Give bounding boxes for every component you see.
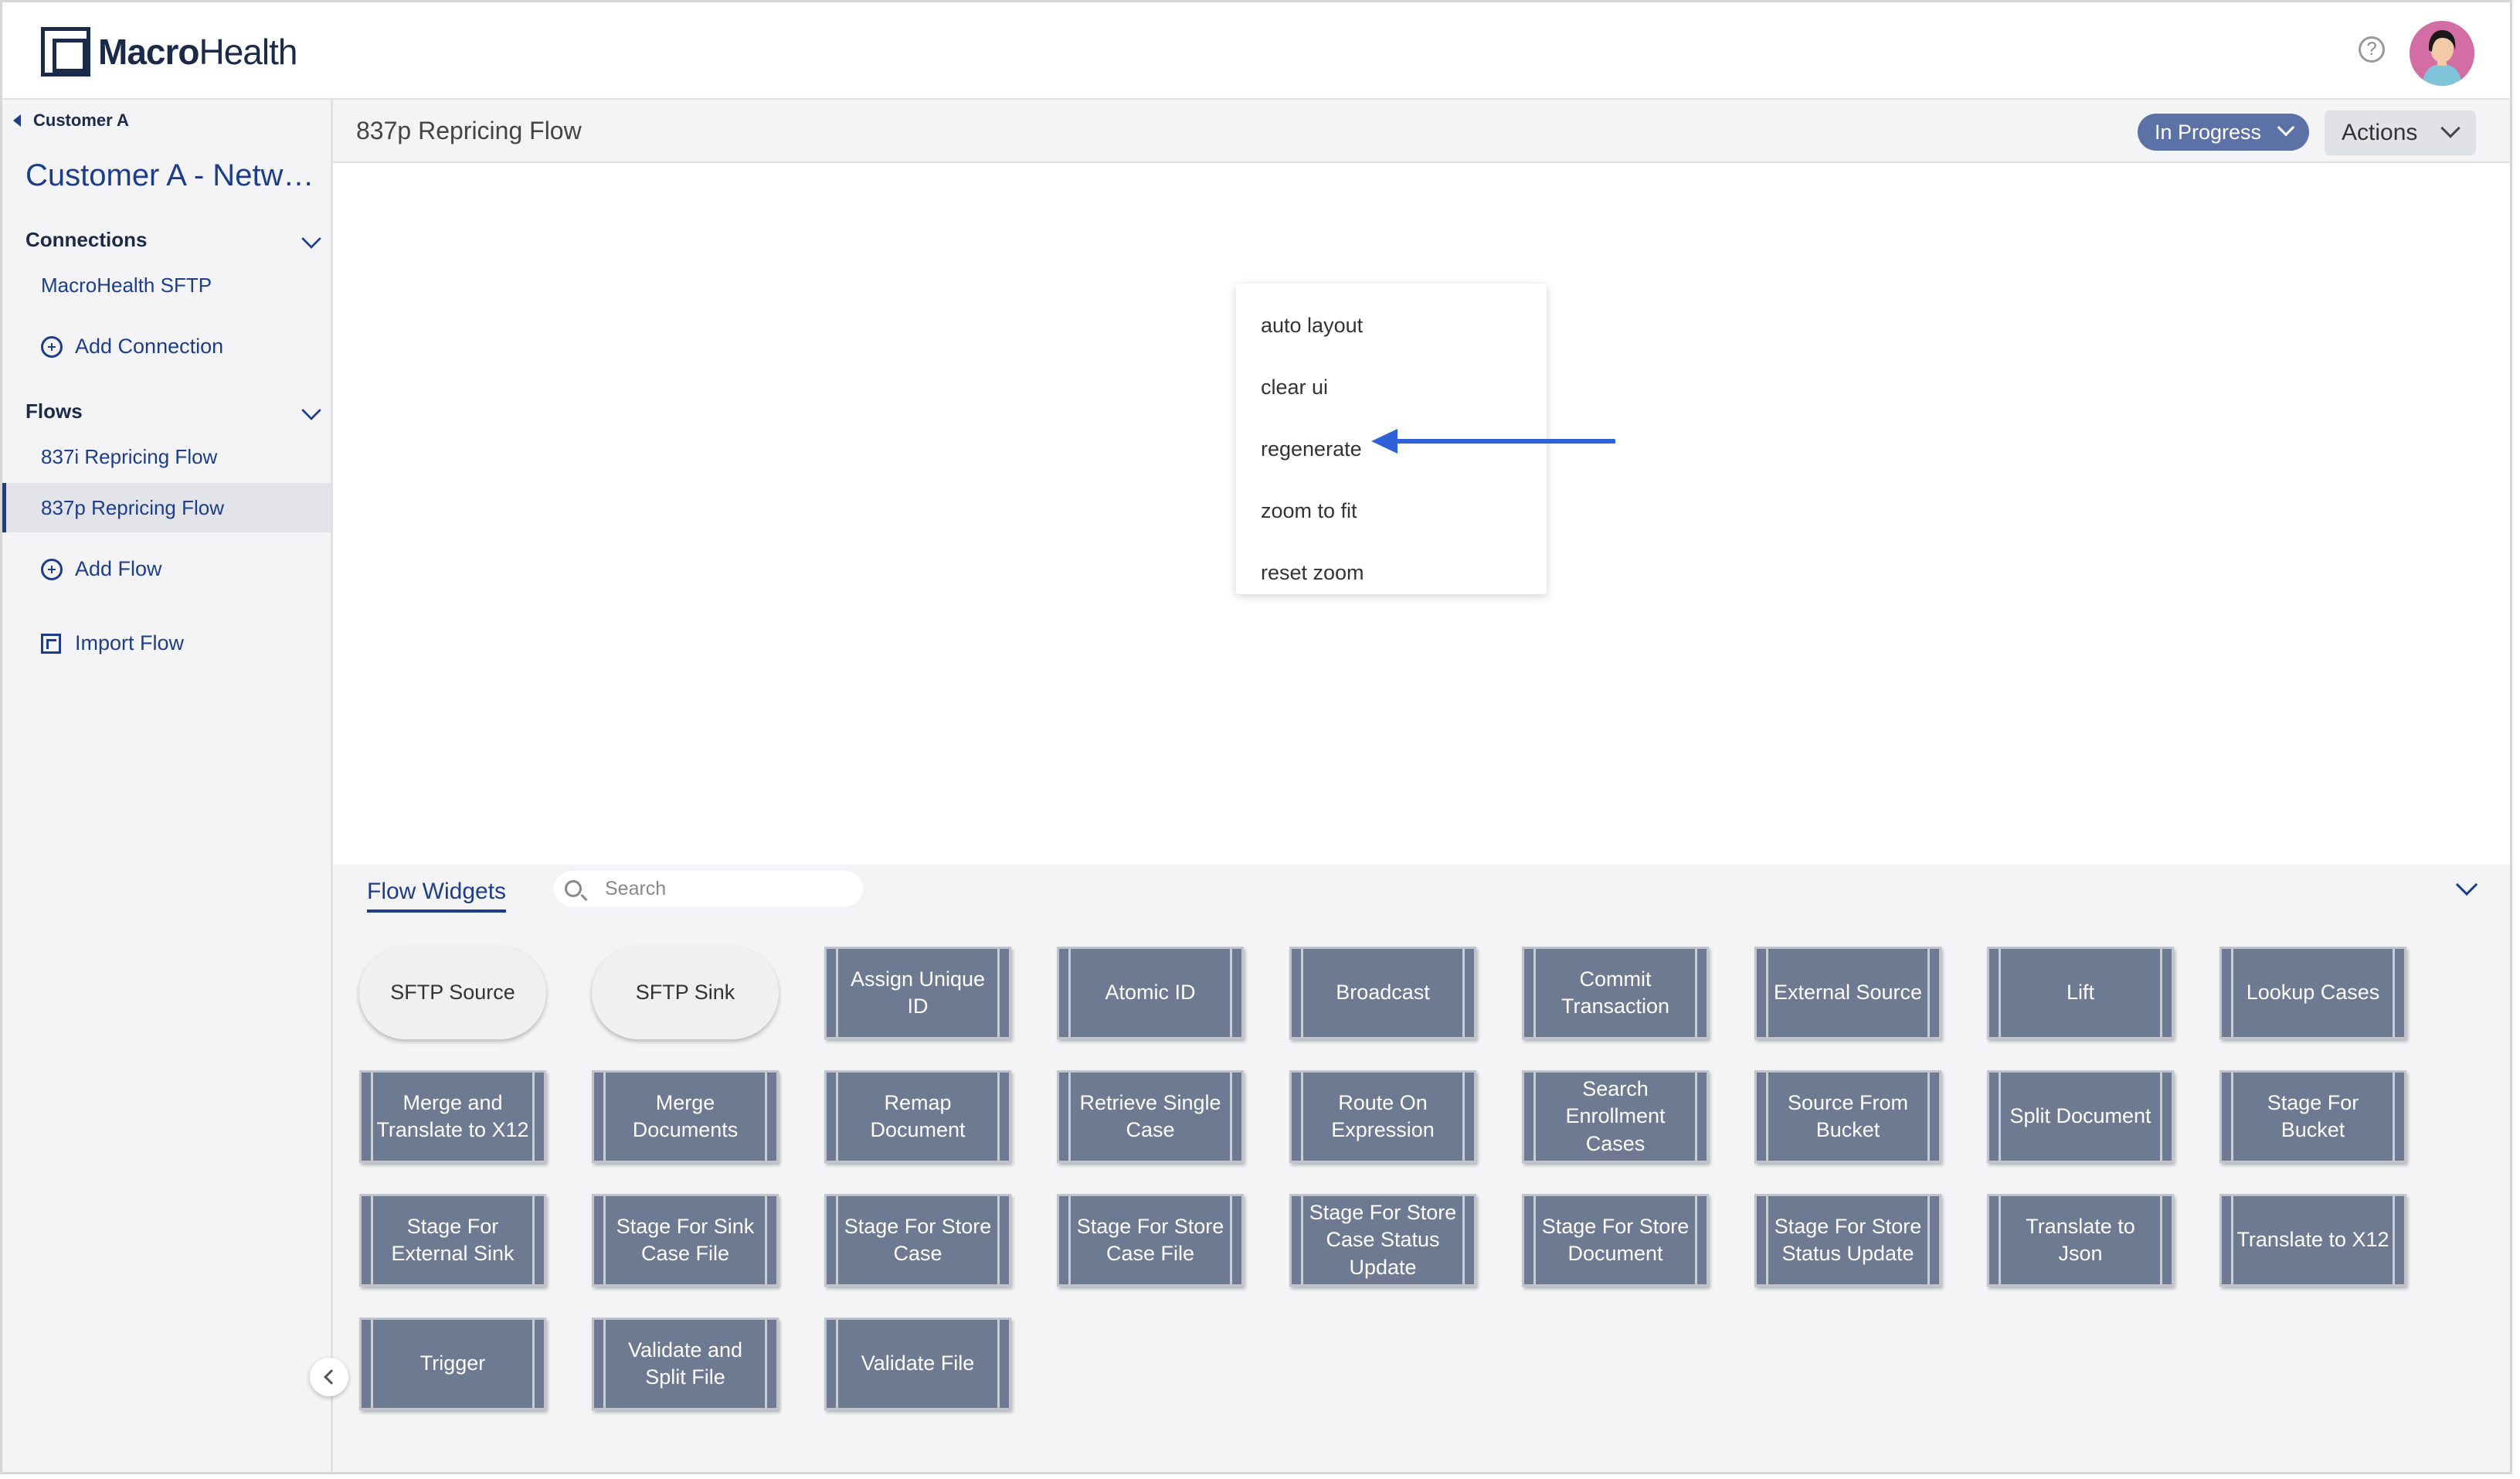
search-placeholder: Search	[605, 877, 667, 899]
widget-lookup-cases[interactable]: Lookup Cases	[2219, 947, 2406, 1039]
widget-split-document[interactable]: Split Document	[1987, 1070, 2174, 1163]
widget-stage-for-store-case-file[interactable]: Stage For Store Case File	[1057, 1194, 1244, 1287]
connections-section-header[interactable]: Connections	[25, 228, 321, 252]
widget-merge-and-translate-to-x12[interactable]: Merge and Translate to X12	[359, 1070, 546, 1163]
chevron-left-icon	[324, 1369, 339, 1385]
widget-validate-and-split-file[interactable]: Validate and Split File	[592, 1318, 779, 1410]
widget-route-on-expression[interactable]: Route On Expression	[1289, 1070, 1476, 1163]
status-dropdown[interactable]: In Progress	[2138, 114, 2309, 151]
widget-search-enrollment-cases[interactable]: Search Enrollment Cases	[1522, 1070, 1709, 1163]
menu-item-zoom-to-fit[interactable]: zoom to fit	[1236, 480, 1547, 542]
widget-lift[interactable]: Lift	[1987, 947, 2174, 1039]
chevron-down-icon	[301, 229, 321, 249]
sidebar-item-label: MacroHealth SFTP	[41, 273, 212, 297]
menu-item-auto-layout[interactable]: auto layout	[1236, 294, 1547, 356]
chevron-down-icon	[2440, 118, 2461, 138]
chevron-down-icon	[2277, 118, 2295, 137]
sidebar-item-837p-repricing-flow[interactable]: 837p Repricing Flow	[2, 483, 331, 532]
sidebar-item-837i-repricing-flow[interactable]: 837i Repricing Flow	[2, 432, 331, 481]
flow-header: 837p Repricing Flow In Progress Actions	[333, 100, 2510, 163]
widget-translate-to-json[interactable]: Translate to Json	[1987, 1194, 2174, 1287]
status-label: In Progress	[2155, 120, 2262, 144]
import-flow-label: Import Flow	[75, 631, 185, 654]
sidebar-item-label: 837p Repricing Flow	[41, 495, 225, 519]
app-window: MacroHealth ? Customer A Customer A - Ne…	[0, 0, 2512, 1474]
widget-merge-documents[interactable]: Merge Documents	[592, 1070, 779, 1163]
widget-stage-for-store-case-status-update[interactable]: Stage For Store Case Status Update	[1289, 1194, 1476, 1287]
import-icon	[41, 633, 61, 654]
add-flow-button[interactable]: Add Flow	[41, 557, 162, 581]
collapse-sidebar-button[interactable]	[310, 1358, 348, 1396]
add-flow-label: Add Flow	[75, 557, 162, 580]
flow-title: 837p Repricing Flow	[356, 117, 582, 144]
widget-stage-for-external-sink[interactable]: Stage For External Sink	[359, 1194, 546, 1287]
widget-validate-file[interactable]: Validate File	[824, 1318, 1011, 1410]
widget-atomic-id[interactable]: Atomic ID	[1057, 947, 1244, 1039]
annotation-arrow-icon	[1371, 429, 1615, 454]
connections-label: Connections	[25, 228, 148, 251]
plus-circle-icon	[41, 335, 63, 358]
menu-item-reset-zoom[interactable]: reset zoom	[1236, 542, 1547, 604]
flow-widgets-header: Flow Widgets Search	[333, 865, 2510, 914]
top-bar: MacroHealth ?	[2, 2, 2510, 100]
user-avatar[interactable]	[2410, 21, 2474, 86]
logo-text: MacroHealth	[98, 32, 297, 72]
chevron-down-icon[interactable]	[2455, 873, 2478, 896]
widget-commit-transaction[interactable]: Commit Transaction	[1522, 947, 1709, 1039]
flow-widgets-palette: SFTP Source SFTP Sink Assign Unique ID Atom…	[333, 914, 2510, 1472]
sidebar-item-label: 837i Repricing Flow	[41, 444, 218, 468]
add-connection-label: Add Connection	[75, 335, 224, 358]
widget-assign-unique-id[interactable]: Assign Unique ID	[824, 947, 1011, 1039]
plus-circle-icon	[41, 558, 63, 580]
tab-flow-widgets[interactable]: Flow Widgets	[367, 879, 507, 913]
back-link-label: Customer A	[33, 110, 129, 130]
widget-remap-document[interactable]: Remap Document	[824, 1070, 1011, 1163]
add-connection-button[interactable]: Add Connection	[41, 335, 223, 359]
sidebar: Customer A Customer A - Network Connecti…	[2, 100, 333, 1472]
widget-stage-for-store-case[interactable]: Stage For Store Case	[824, 1194, 1011, 1287]
flows-section-header[interactable]: Flows	[25, 400, 321, 423]
widget-sftp-sink[interactable]: SFTP Sink	[592, 947, 779, 1039]
import-flow-button[interactable]: Import Flow	[41, 631, 184, 655]
actions-dropdown[interactable]: Actions	[2325, 110, 2476, 155]
widget-search-input[interactable]: Search	[554, 871, 863, 906]
widget-source-from-bucket[interactable]: Source From Bucket	[1754, 1070, 1941, 1163]
actions-label: Actions	[2342, 120, 2418, 145]
sidebar-item-macrohealth-sftp[interactable]: MacroHealth SFTP	[2, 260, 331, 310]
help-icon[interactable]: ?	[2359, 36, 2385, 63]
widget-stage-for-store-status-update[interactable]: Stage For Store Status Update	[1754, 1194, 1941, 1287]
back-caret-icon	[13, 114, 21, 127]
widget-stage-for-bucket[interactable]: Stage For Bucket	[2219, 1070, 2406, 1163]
project-title: Customer A - Network	[25, 158, 319, 192]
widget-broadcast[interactable]: Broadcast	[1289, 947, 1476, 1039]
widget-translate-to-x12[interactable]: Translate to X12	[2219, 1194, 2406, 1287]
macrohealth-logo[interactable]: MacroHealth	[41, 26, 297, 78]
chevron-down-icon	[301, 400, 321, 420]
logo-mark-icon	[41, 27, 90, 76]
widget-retrieve-single-case[interactable]: Retrieve Single Case	[1057, 1070, 1244, 1163]
back-to-customer-link[interactable]: Customer A	[13, 110, 129, 131]
widget-sftp-source[interactable]: SFTP Source	[359, 947, 546, 1039]
widget-stage-for-sink-case-file[interactable]: Stage For Sink Case File	[592, 1194, 779, 1287]
widget-trigger[interactable]: Trigger	[359, 1318, 546, 1410]
flows-label: Flows	[25, 400, 83, 423]
widget-external-source[interactable]: External Source	[1754, 947, 1941, 1039]
menu-item-clear-ui[interactable]: clear ui	[1236, 356, 1547, 418]
widget-stage-for-store-document[interactable]: Stage For Store Document	[1522, 1194, 1709, 1287]
search-icon	[565, 880, 582, 897]
